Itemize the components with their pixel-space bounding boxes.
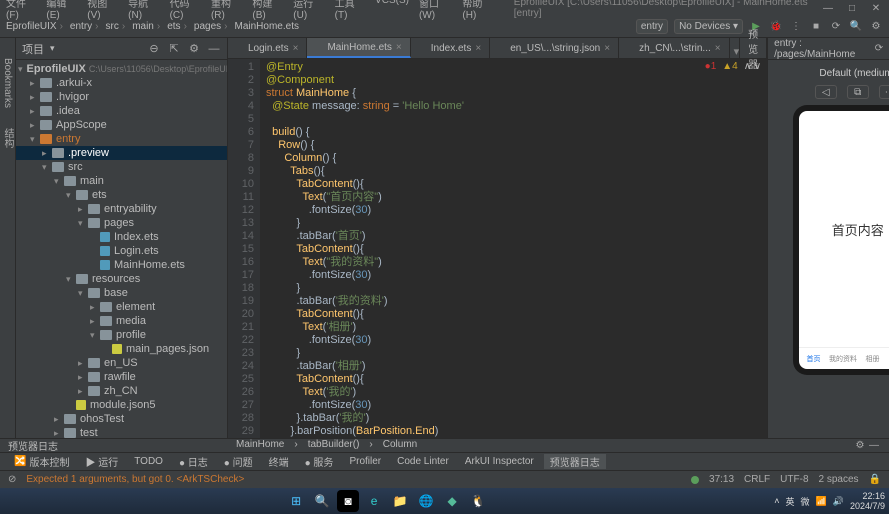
expand-icon[interactable]: ⇱ bbox=[167, 42, 181, 56]
module-select[interactable]: entry bbox=[636, 19, 668, 34]
log-tool[interactable]: ● 日志 bbox=[173, 454, 214, 469]
search-icon[interactable]: 🔍 bbox=[311, 490, 333, 512]
refresh-icon[interactable]: ⟳ bbox=[873, 42, 884, 56]
main-menu[interactable]: 文件(F)编辑(E)视图(V) 导航(N)代码(C)重构(R) 构建(B)运行(… bbox=[6, 0, 494, 21]
phone-copy-icon[interactable]: ⧉ bbox=[847, 85, 869, 99]
edge-icon[interactable]: e bbox=[363, 490, 385, 512]
chrome-icon[interactable]: 🌐 bbox=[415, 490, 437, 512]
bottom-toolbar: 🔀版本控制 ▶ 运行 TODO ● 日志 ● 问题 终端 ● 服务 Profil… bbox=[0, 452, 889, 470]
start-icon[interactable]: ⊞ bbox=[285, 490, 307, 512]
app3-icon[interactable]: 🐧 bbox=[467, 490, 489, 512]
preview-device-label: Default (medium) bbox=[819, 68, 889, 79]
phone-frame: 首页内容 首页 我的资料 相册 我的 bbox=[793, 105, 889, 375]
line-ending[interactable]: CRLF bbox=[744, 474, 770, 485]
project-tree[interactable]: ▾EprofileUIX C:\Users\11056\Desktop\Epro… bbox=[16, 60, 227, 438]
run-tool[interactable]: ▶ 运行 bbox=[79, 454, 124, 469]
status-message: Expected 1 arguments, but got 0. <ArkTSC… bbox=[26, 474, 244, 485]
vcs-tool[interactable]: 🔀版本控制 bbox=[8, 454, 75, 469]
editor-breadcrumb[interactable]: MainHome› tabBuilder()› Column bbox=[228, 438, 767, 450]
status-bar: ⊘ Expected 1 arguments, but got 0. <ArkT… bbox=[0, 470, 889, 488]
left-tool-strip: Bookmarks 结构 bbox=[0, 38, 16, 438]
project-pane: 项目 ▾ ⊖ ⇱ ⚙ — ▾EprofileUIX C:\Users\11056… bbox=[16, 38, 228, 438]
encoding[interactable]: UTF-8 bbox=[780, 474, 808, 485]
crumb[interactable]: pages bbox=[194, 21, 231, 32]
cursor-pos[interactable]: 37:13 bbox=[709, 474, 734, 485]
tray-chevron-icon[interactable]: ˄ bbox=[774, 496, 779, 506]
phone-tabbar[interactable]: 首页 我的资料 相册 我的 bbox=[799, 347, 889, 369]
sync-icon[interactable]: ⟳ bbox=[829, 20, 843, 34]
arkui-tool[interactable]: ArkUI Inspector bbox=[459, 456, 540, 467]
editor-tabs: Login.ets× MainHome.ets× Index.ets× en_U… bbox=[228, 38, 767, 59]
editor-tab[interactable]: MainHome.ets× bbox=[307, 38, 410, 58]
phone-content: 首页内容 bbox=[799, 111, 889, 347]
crumb[interactable]: main bbox=[132, 21, 163, 32]
indent[interactable]: 2 spaces bbox=[819, 474, 859, 485]
crumb[interactable]: src bbox=[106, 21, 129, 32]
error-icon[interactable]: ⊘ bbox=[8, 474, 16, 485]
ime-indicator2[interactable]: 微 bbox=[801, 495, 810, 508]
close-icon[interactable]: ✕ bbox=[869, 1, 883, 15]
editor-tab[interactable]: Index.ets× bbox=[411, 38, 490, 58]
settings-icon[interactable]: ⚙ bbox=[869, 20, 883, 34]
editor-area: Login.ets× MainHome.ets× Index.ets× en_U… bbox=[228, 38, 767, 438]
explorer-icon[interactable]: 📁 bbox=[389, 490, 411, 512]
terminal-tool[interactable]: 终端 bbox=[263, 454, 295, 469]
preview-pane: entry : /pages/MainHome ⟳ Default (mediu… bbox=[767, 38, 889, 438]
device-select[interactable]: No Devices ▾ bbox=[674, 19, 743, 34]
lock-icon[interactable]: 🔒 bbox=[869, 474, 881, 485]
crumb[interactable]: EprofileUIX bbox=[6, 21, 66, 32]
project-header-label: 项目 bbox=[22, 41, 44, 57]
debug-icon[interactable]: 🐞 bbox=[769, 20, 783, 34]
services-tool[interactable]: ● 服务 bbox=[299, 454, 340, 469]
wifi-icon[interactable]: 📶 bbox=[816, 496, 827, 507]
crumb[interactable]: MainHome.ets bbox=[235, 21, 299, 32]
crumb[interactable]: entry bbox=[70, 21, 102, 32]
title-bar: 文件(F)编辑(E)视图(V) 导航(N)代码(C)重构(R) 构建(B)运行(… bbox=[0, 0, 889, 16]
app-icon[interactable]: ◙ bbox=[337, 490, 359, 512]
problems-tool[interactable]: ● 问题 bbox=[218, 454, 259, 469]
previewer-tab[interactable]: 预览器 bbox=[739, 38, 767, 58]
collapse-icon[interactable]: ⊖ bbox=[147, 42, 161, 56]
code-editor[interactable]: ●1 ▲4 ∧ ∨ 123456789101112131415161718192… bbox=[228, 59, 767, 438]
settings-icon[interactable]: ⚙ bbox=[187, 42, 201, 56]
editor-tab[interactable]: en_US\...\string.json× bbox=[490, 38, 619, 58]
search-icon[interactable]: 🔍 bbox=[849, 20, 863, 34]
profiler-tool[interactable]: Profiler bbox=[343, 456, 387, 467]
crumb[interactable]: ets bbox=[167, 21, 190, 32]
editor-tab[interactable]: zh_CN\...\strin...× bbox=[619, 38, 730, 58]
hide-icon[interactable]: — bbox=[867, 439, 881, 453]
preview-entry-path: entry : /pages/MainHome bbox=[774, 38, 865, 60]
ime-indicator[interactable]: 英 bbox=[785, 495, 794, 508]
previewlog-tool[interactable]: 预览器日志 bbox=[544, 454, 606, 469]
tree-preview: ▸.preview bbox=[16, 146, 227, 160]
codelinter-tool[interactable]: Code Linter bbox=[391, 456, 455, 467]
status-dot-icon bbox=[691, 476, 699, 484]
phone-more-icon[interactable]: ⋯ bbox=[879, 85, 889, 99]
gear-icon[interactable]: ⚙ bbox=[853, 439, 867, 453]
clock-date[interactable]: 2024/7/9 bbox=[850, 501, 885, 511]
windows-taskbar[interactable]: ⊞ 🔍 ◙ e 📁 🌐 ◆ 🐧 ˄ 英 微 📶 🔊 22:16 2024/7/9 bbox=[0, 488, 889, 514]
more-run-icon[interactable]: ⋮ bbox=[789, 20, 803, 34]
stop-icon[interactable]: ■ bbox=[809, 20, 823, 34]
phone-back-icon[interactable]: ◁ bbox=[815, 85, 837, 99]
volume-icon[interactable]: 🔊 bbox=[833, 496, 844, 507]
bookmarks-tab[interactable]: Bookmarks bbox=[2, 58, 13, 108]
todo-tool[interactable]: TODO bbox=[128, 456, 169, 467]
hide-icon[interactable]: — bbox=[207, 42, 221, 56]
maximize-icon[interactable]: □ bbox=[845, 1, 859, 15]
editor-tab[interactable]: Login.ets× bbox=[228, 38, 307, 58]
structure-tab[interactable]: 结构 bbox=[0, 128, 15, 148]
minimize-icon[interactable]: — bbox=[821, 1, 835, 15]
app2-icon[interactable]: ◆ bbox=[441, 490, 463, 512]
window-title: EprofileUIX [C:\Users\11056\Desktop\Epro… bbox=[514, 0, 821, 19]
